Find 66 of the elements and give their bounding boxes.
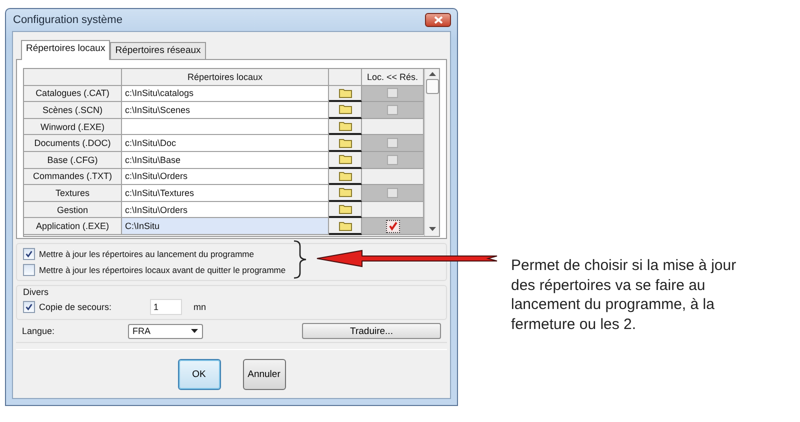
row-header: Base (.CFG) [24, 152, 122, 169]
folder-icon [338, 220, 352, 231]
path-cell[interactable]: c:\InSitu\catalogs [122, 86, 329, 102]
path-cell[interactable] [122, 118, 329, 136]
checkbox[interactable] [387, 88, 398, 98]
browse-button[interactable] [329, 135, 362, 152]
annotation-text: Permet de choisir si la mise à jour des répertoires va se faire au lancement du programme, à la fermeture ou les 2. [511, 256, 738, 334]
checkbox[interactable] [23, 248, 35, 260]
checkbox[interactable] [387, 188, 398, 198]
checkbox[interactable] [23, 264, 35, 276]
browse-button[interactable] [329, 86, 362, 102]
row-header: Scènes (.SCN) [24, 102, 122, 119]
language-dropdown[interactable]: FRA [128, 324, 203, 338]
translate-button[interactable]: Traduire... [302, 323, 441, 339]
tab[interactable]: Répertoires locaux [21, 40, 110, 60]
checkbox[interactable] [386, 220, 400, 233]
scroll-up-icon[interactable] [428, 72, 436, 77]
brace-drawing [294, 240, 307, 279]
folder-icon [338, 154, 352, 164]
option-label: Mettre à jour les répertoires au lancement du programme [39, 249, 254, 259]
checkbox[interactable] [387, 138, 398, 148]
folder-icon [338, 138, 352, 148]
row-header: Textures [24, 185, 122, 202]
browse-button[interactable] [329, 218, 362, 235]
scroll-thumb[interactable] [426, 79, 438, 94]
path-cell[interactable]: c:\InSitu\Textures [122, 185, 329, 202]
dialog-button[interactable]: Annuler [242, 359, 286, 390]
scroll-down-icon[interactable] [428, 227, 436, 232]
row-header: Application (.EXE) [24, 218, 122, 235]
folder-icon [338, 121, 352, 132]
caret-icon [190, 329, 198, 333]
folder-icon [338, 204, 352, 214]
path-cell[interactable]: c:\InSitu\Doc [122, 135, 329, 152]
row-header: Winword (.EXE) [24, 118, 122, 136]
checkbox[interactable] [387, 104, 398, 115]
row-header: Commandes (.TXT) [24, 168, 122, 186]
path-cell[interactable]: c:\InSitu\Base [122, 152, 329, 169]
browse-button[interactable] [329, 102, 362, 119]
backup-label: Copie de secours: [39, 302, 112, 312]
interval-field[interactable]: 1 [150, 299, 182, 315]
browse-button[interactable] [329, 202, 362, 218]
row-header: Documents (.DOC) [24, 135, 122, 152]
unit-label: mn [194, 302, 206, 312]
dialog-button[interactable]: OK [178, 359, 220, 390]
browse-button[interactable] [329, 185, 362, 202]
option-label: Mettre à jour les répertoires locaux avant de quitter le programme [39, 265, 286, 275]
path-cell[interactable]: c:\InSitu\Orders [122, 202, 329, 218]
path-cell[interactable]: C:\InSitu [122, 218, 329, 235]
checkbox[interactable] [23, 301, 35, 313]
language-label: Langue: [22, 326, 55, 336]
browse-button[interactable] [329, 118, 362, 136]
browse-button[interactable] [329, 168, 362, 186]
scrollbar[interactable] [424, 69, 439, 236]
close-icon [434, 16, 442, 24]
browse-button[interactable] [329, 152, 362, 169]
column-header: Loc. << Rés. [362, 69, 424, 86]
column-header: Répertoires locaux [122, 69, 329, 86]
row-header: Catalogues (.CAT) [24, 86, 122, 102]
path-cell[interactable]: c:\InSitu\Orders [122, 168, 329, 186]
tab[interactable]: Répertoires réseaux [110, 42, 206, 59]
close-button[interactable] [425, 13, 451, 27]
group-title: Divers [23, 287, 49, 297]
checkbox[interactable] [387, 154, 398, 165]
window-title: Configuration système [12, 14, 122, 26]
path-cell[interactable]: c:\InSitu\Scenes [122, 102, 329, 119]
row-header: Gestion [24, 202, 122, 218]
